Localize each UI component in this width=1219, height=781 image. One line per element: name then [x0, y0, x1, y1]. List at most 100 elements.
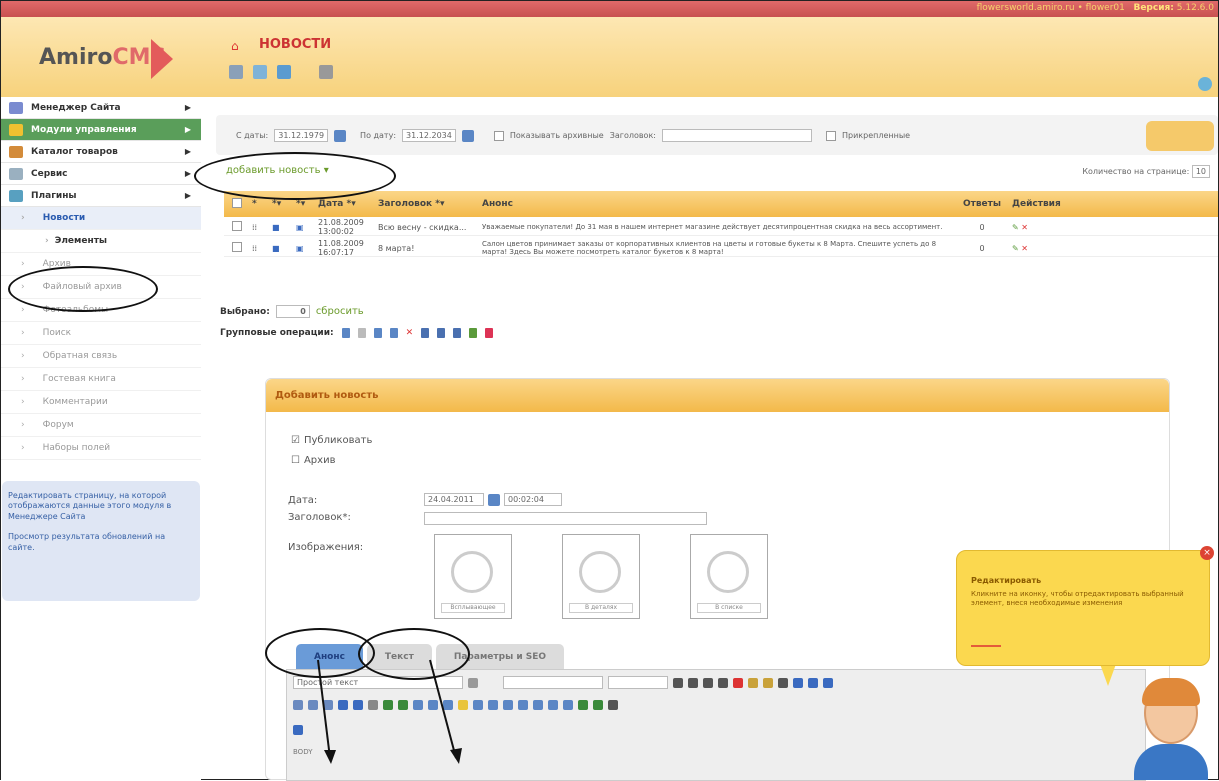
column-icon[interactable] [518, 700, 528, 710]
pinned-checkbox[interactable] [825, 130, 836, 141]
edit-icon[interactable]: ✎ [1012, 223, 1019, 232]
calendar-icon[interactable] [461, 129, 474, 142]
sidebar-item-service[interactable]: Сервис ▶ [1, 163, 201, 185]
table-row[interactable]: ⁞⁞ ■ ▣ 11.08.2009 16:07:17 8 марта! Сало… [224, 239, 1218, 257]
sidebar-item-news[interactable]: › Новости [1, 207, 201, 230]
home-icon[interactable]: ⌂ [231, 39, 245, 53]
move-icon[interactable]: ⁞⁞ [252, 223, 272, 232]
delete-icon[interactable]: ✕ [1021, 223, 1028, 232]
sidebar-item-comments[interactable]: › Комментарии [1, 391, 201, 414]
select-all-checkbox[interactable] [232, 197, 242, 208]
undo-icon[interactable] [338, 700, 348, 710]
filter-icon[interactable] [1146, 121, 1214, 151]
calendar-icon[interactable] [334, 129, 347, 142]
from-date-field[interactable]: 31.12.1979 [274, 129, 329, 142]
font-select[interactable] [503, 676, 603, 689]
bold-icon[interactable] [673, 677, 683, 688]
delete-icon[interactable]: ✕ [406, 328, 414, 338]
row-checkbox[interactable] [232, 242, 242, 252]
strike-icon[interactable] [718, 677, 728, 688]
move-icon[interactable] [453, 328, 462, 338]
remove-icon[interactable] [485, 328, 494, 338]
title-filter-field[interactable] [661, 129, 812, 142]
indent-icon[interactable] [323, 700, 333, 710]
globe-icon[interactable] [1198, 77, 1212, 91]
merge-icon[interactable] [548, 700, 558, 710]
clear-format-icon[interactable] [733, 677, 743, 688]
row-checkbox[interactable] [232, 221, 242, 231]
sidebar-item-search[interactable]: › Поиск [1, 322, 201, 345]
image-popup[interactable]: Всплывающее [434, 534, 512, 619]
emoticon-icon[interactable] [458, 700, 468, 710]
sort-icon[interactable]: * [252, 199, 272, 209]
dropdown-icon[interactable] [468, 677, 478, 688]
edit-icon[interactable]: ✎ [1012, 244, 1019, 253]
image-list[interactable]: В списке [690, 534, 768, 619]
sort-icon[interactable]: *▾ [296, 199, 318, 209]
table-row[interactable]: ⁞⁞ ■ ▣ 21.08.2009 13:00:02 Всю весну - с… [224, 218, 1218, 236]
to-date-field[interactable]: 31.12.2034 [402, 129, 456, 142]
time-field[interactable]: 00:02:04 [504, 493, 562, 506]
numbered-list-icon[interactable] [308, 700, 318, 710]
sort-icon[interactable]: *▾ [272, 199, 296, 209]
publish-icon[interactable] [341, 328, 350, 338]
unarchive-icon[interactable] [437, 328, 446, 338]
status-icon[interactable]: ■ [272, 223, 296, 232]
close-icon[interactable]: × [1200, 546, 1214, 560]
image-icon[interactable] [413, 700, 423, 710]
publish-checkbox[interactable]: ☑ [291, 435, 300, 446]
archive-checkbox[interactable]: ☐ [291, 455, 300, 466]
sidebar-item-feedback[interactable]: › Обратная связь [1, 345, 201, 368]
subscript-icon[interactable] [578, 700, 588, 710]
sidebar-item-site-manager[interactable]: Менеджер Сайта ▶ [1, 97, 201, 119]
align-center-icon[interactable] [808, 677, 818, 688]
find-icon[interactable] [293, 725, 303, 735]
image-details[interactable]: В деталях [562, 534, 640, 619]
paste-icon[interactable] [748, 677, 758, 688]
reset-link[interactable]: сбросить [316, 306, 364, 317]
site-info[interactable]: flowersworld.amiro.ru • flower01 [977, 3, 1125, 13]
copy-icon[interactable] [469, 328, 478, 338]
row-icon[interactable] [503, 700, 513, 710]
text-color-icon[interactable] [778, 677, 788, 688]
sidebar-item-fields[interactable]: › Наборы полей [1, 437, 201, 460]
typo-icon[interactable] [608, 700, 618, 710]
superscript-icon[interactable] [593, 700, 603, 710]
col-date[interactable]: Дата *▾ [318, 199, 378, 209]
assistant-avatar[interactable] [1130, 676, 1212, 780]
sidebar-item-guestbook[interactable]: › Гостевая книга [1, 368, 201, 391]
hr-icon[interactable] [368, 700, 378, 710]
date-field[interactable]: 24.04.2011 [424, 493, 484, 506]
size-select[interactable] [608, 676, 668, 689]
sidebar-item-modules[interactable]: Модули управления ▶ [1, 119, 201, 141]
pin-icon[interactable] [373, 328, 382, 338]
tools-icon[interactable] [229, 65, 243, 79]
edit-icon[interactable] [277, 65, 291, 79]
redo-icon[interactable] [353, 700, 363, 710]
per-page-field[interactable]: 10 [1191, 165, 1210, 178]
align-right-icon[interactable] [823, 677, 833, 688]
sidebar-item-elements[interactable]: › Элементы [1, 230, 201, 253]
sidebar-item-forum[interactable]: › Форум [1, 414, 201, 437]
unpin-icon[interactable] [389, 328, 398, 338]
calendar-icon[interactable] [488, 493, 500, 506]
title-field[interactable] [424, 512, 707, 525]
split-icon[interactable] [563, 700, 573, 710]
unpublish-icon[interactable] [357, 328, 366, 338]
link-icon[interactable] [383, 700, 393, 710]
unlink-icon[interactable] [398, 700, 408, 710]
archive-icon[interactable] [421, 328, 430, 338]
special-char-icon[interactable] [473, 700, 483, 710]
table-icon[interactable] [428, 700, 438, 710]
logo[interactable]: AmiroCMS [39, 45, 166, 70]
edit-page-link[interactable]: Редактировать страницу, на которой отобр… [8, 491, 194, 522]
media-icon[interactable] [443, 700, 453, 710]
table-insert-icon[interactable] [488, 700, 498, 710]
status-icon[interactable]: ■ [272, 244, 296, 253]
pin-icon[interactable]: ▣ [296, 244, 318, 253]
sidebar-item-catalog[interactable]: Каталог товаров ▶ [1, 141, 201, 163]
page-icon[interactable] [253, 65, 267, 79]
calculator-icon[interactable] [319, 65, 333, 79]
list-icon[interactable] [293, 700, 303, 710]
col-title[interactable]: Заголовок *▾ [378, 199, 482, 209]
